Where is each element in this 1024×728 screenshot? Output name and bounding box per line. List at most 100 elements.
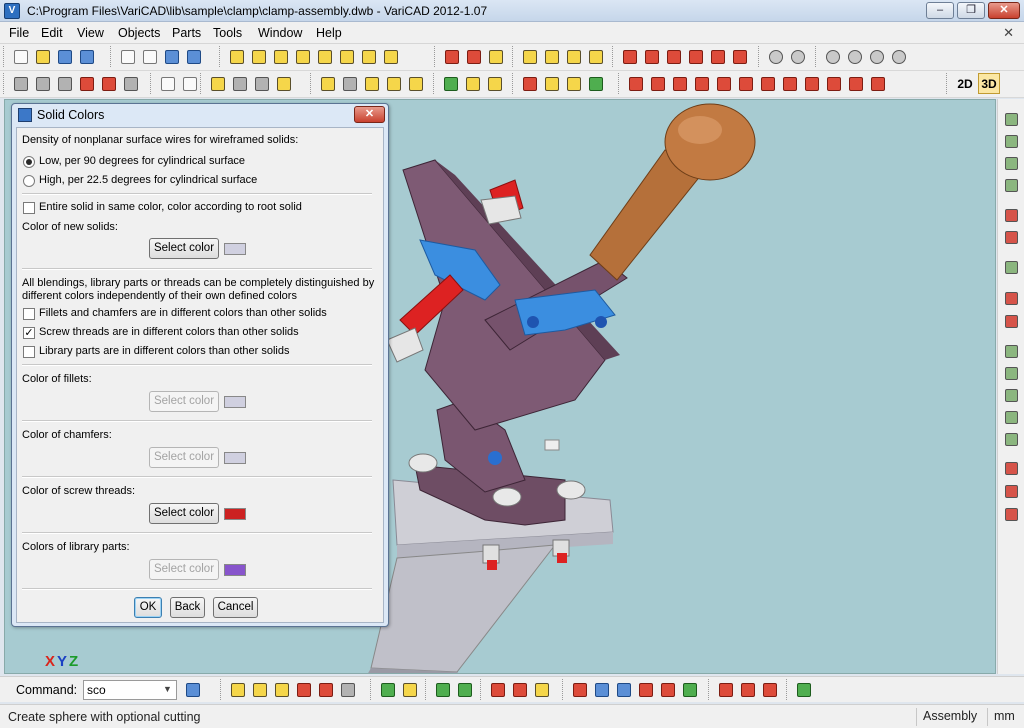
list-add-icon[interactable] xyxy=(738,679,758,700)
tree-icon[interactable] xyxy=(614,679,634,700)
ok-button[interactable]: OK xyxy=(134,597,162,618)
toolbar-grip[interactable] xyxy=(110,46,113,67)
align-icon[interactable] xyxy=(542,73,562,94)
menu-window[interactable]: Window xyxy=(258,26,302,40)
toolbar-grip[interactable] xyxy=(200,73,203,94)
bolt-connection-icon[interactable] xyxy=(433,679,453,700)
toolbar-grip[interactable] xyxy=(612,46,615,67)
insert-group-icon[interactable] xyxy=(400,679,420,700)
part-rotate-icon[interactable] xyxy=(1002,176,1020,194)
distance-icon[interactable] xyxy=(670,73,690,94)
radio-density-low-label[interactable]: Low, per 90 degrees for cylindrical surf… xyxy=(39,155,245,167)
library-checkbox[interactable] xyxy=(23,346,35,358)
menu-parts[interactable]: Parts xyxy=(172,26,201,40)
toolbar-grip[interactable] xyxy=(815,46,818,67)
threads-checkbox[interactable]: ✓ xyxy=(23,327,35,339)
link-break-icon[interactable] xyxy=(1002,482,1020,500)
angle-icon[interactable] xyxy=(692,73,712,94)
axis-icon[interactable] xyxy=(802,73,822,94)
chamfer-solid-icon[interactable] xyxy=(730,46,750,67)
toolbar-grip[interactable] xyxy=(946,73,949,94)
menu-edit[interactable]: Edit xyxy=(41,26,63,40)
bill-of-materials-icon[interactable] xyxy=(794,679,814,700)
move-icon[interactable] xyxy=(442,46,462,67)
zoom-window-icon[interactable] xyxy=(766,46,786,67)
toolbar-grip[interactable] xyxy=(425,679,428,700)
mode-3d-button[interactable]: 3D xyxy=(978,73,1000,94)
measure-icon[interactable] xyxy=(230,73,250,94)
link-delete-icon[interactable] xyxy=(1002,459,1020,477)
toolbar-grip[interactable] xyxy=(434,46,437,67)
check-mark-icon[interactable] xyxy=(636,679,656,700)
insert-part-icon[interactable] xyxy=(441,73,461,94)
library-checkbox-label[interactable]: Library parts are in different colors th… xyxy=(39,345,289,357)
toolbar-grip[interactable] xyxy=(758,46,761,67)
reset-icon[interactable] xyxy=(868,73,888,94)
toolbar-grip[interactable] xyxy=(150,73,153,94)
menu-tools[interactable]: Tools xyxy=(213,26,242,40)
cancel-button[interactable]: Cancel xyxy=(213,597,258,618)
section-icon[interactable] xyxy=(208,73,228,94)
radio-density-high[interactable] xyxy=(23,175,35,187)
rotate-axis-icon[interactable] xyxy=(846,73,866,94)
angle-profile-icon[interactable] xyxy=(272,679,292,700)
copy-solid-icon[interactable] xyxy=(486,46,506,67)
link-part-icon[interactable] xyxy=(463,73,483,94)
torus-icon[interactable] xyxy=(315,46,335,67)
rotate-icon[interactable] xyxy=(464,46,484,67)
query-icon[interactable] xyxy=(758,73,778,94)
structure-icon[interactable] xyxy=(592,679,612,700)
part-delete-icon[interactable] xyxy=(1002,206,1020,224)
view-icon[interactable] xyxy=(11,73,31,94)
dialog-title-bar[interactable]: Solid Colors ✕ xyxy=(12,104,388,126)
toolbar-grip[interactable] xyxy=(512,46,515,67)
cone-icon[interactable] xyxy=(271,46,291,67)
maximize-button[interactable]: ❐ xyxy=(957,2,985,19)
part-icon[interactable] xyxy=(1002,110,1020,128)
loft-icon[interactable] xyxy=(564,46,584,67)
threads-select-color-button[interactable]: Select color xyxy=(149,503,219,524)
toolbar-grip[interactable] xyxy=(3,46,6,67)
solid-profile-icon[interactable] xyxy=(250,679,270,700)
save-all-icon[interactable] xyxy=(77,46,97,67)
zoom-out-icon[interactable] xyxy=(845,46,865,67)
revolve-icon[interactable] xyxy=(542,46,562,67)
part-move-icon[interactable] xyxy=(1002,154,1020,172)
toolbar-grip[interactable] xyxy=(480,679,483,700)
mdi-close-button[interactable]: ✕ xyxy=(1003,25,1014,41)
toolbar-grip[interactable] xyxy=(562,679,565,700)
remove-all-icon[interactable] xyxy=(1002,312,1020,330)
box-view-icon[interactable] xyxy=(180,73,200,94)
chevron-down-icon[interactable]: ▼ xyxy=(163,684,172,694)
redo-icon[interactable] xyxy=(184,46,204,67)
chamfers-select-color-button[interactable]: Select color xyxy=(149,447,219,468)
view-right-icon[interactable] xyxy=(55,73,75,94)
percent-icon[interactable] xyxy=(252,73,272,94)
dialog-close-button[interactable]: ✕ xyxy=(354,106,385,123)
thread-icon[interactable] xyxy=(340,73,360,94)
fillets-checkbox[interactable] xyxy=(23,308,35,320)
mass-icon[interactable] xyxy=(714,73,734,94)
toolbar-grip[interactable] xyxy=(3,73,6,94)
attribute-find-icon[interactable] xyxy=(1002,408,1020,426)
slot-icon[interactable] xyxy=(384,73,404,94)
library-select-color-button[interactable]: Select color xyxy=(149,559,219,580)
toolbar-grip[interactable] xyxy=(310,73,313,94)
subtract-solid-icon[interactable] xyxy=(642,46,662,67)
copy-icon[interactable] xyxy=(118,46,138,67)
toolbar-grip[interactable] xyxy=(433,73,436,94)
mode-2d-button[interactable]: 2D xyxy=(954,73,976,94)
shell-icon[interactable] xyxy=(338,679,358,700)
color-icon[interactable] xyxy=(680,679,700,700)
sphere-icon[interactable] xyxy=(381,46,401,67)
zoom-search-icon[interactable] xyxy=(788,46,808,67)
menu-view[interactable]: View xyxy=(77,26,104,40)
toolbar-grip[interactable] xyxy=(618,73,621,94)
menu-file[interactable]: File xyxy=(9,26,29,40)
open-file-icon[interactable] xyxy=(33,46,53,67)
update-part-icon[interactable] xyxy=(485,73,505,94)
list-remove-icon[interactable] xyxy=(760,679,780,700)
part-copy-icon[interactable] xyxy=(1002,132,1020,150)
view-angle-icon[interactable] xyxy=(77,73,97,94)
info-icon[interactable] xyxy=(736,73,756,94)
